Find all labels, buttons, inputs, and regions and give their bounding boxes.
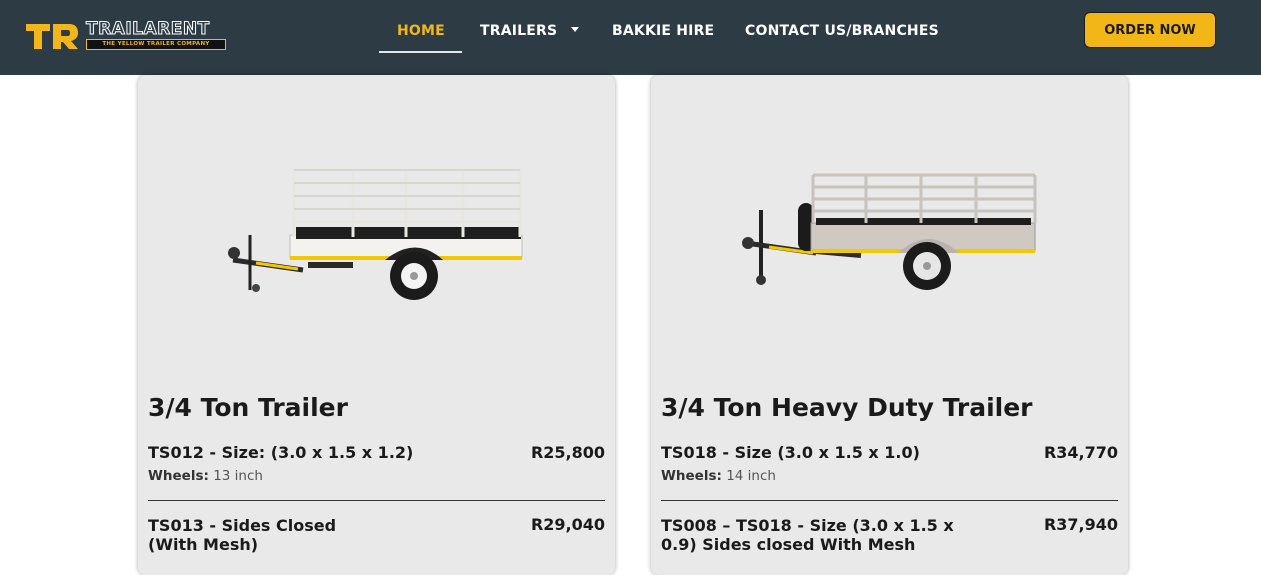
nav-bakkie-hire[interactable]: BAKKIE HIRE — [612, 23, 714, 39]
brand-name: TRAILARENT — [86, 19, 210, 40]
trailer-image — [228, 168, 523, 300]
product-item-name: TS013 - Sides Closed (With Mesh) — [148, 516, 337, 554]
site-logo[interactable]: TRAILARENT THE YELLOW TRAILER COMPANY — [24, 19, 230, 53]
nav-trailers[interactable]: TRAILERS — [480, 23, 580, 39]
product-item-price: R37,940 — [1043, 515, 1118, 534]
site-header: TRAILARENT THE YELLOW TRAILER COMPANY HO… — [0, 0, 1261, 75]
product-item-price: R25,800 — [530, 443, 605, 462]
product-spec: Wheels: 14 inch — [661, 468, 776, 484]
tr-logo-icon — [26, 24, 78, 49]
spec-value: 13 inch — [213, 468, 263, 484]
divider — [148, 500, 605, 501]
product-title: 3/4 Ton Trailer — [148, 393, 348, 422]
product-item-price: R29,040 — [530, 515, 605, 534]
product-item-name: TS012 - Size: (3.0 x 1.5 x 1.2) — [148, 443, 414, 462]
divider — [661, 500, 1118, 501]
product-item-price: R34,770 — [1043, 443, 1118, 462]
product-card: 3/4 Ton Trailer TS012 - Size: (3.0 x 1.5… — [138, 75, 615, 575]
spec-label: Wheels: — [661, 468, 722, 484]
nav-trailers-label: TRAILERS — [480, 23, 558, 39]
product-card: 3/4 Ton Heavy Duty Trailer TS018 - Size … — [651, 75, 1128, 575]
spec-value: 14 inch — [726, 468, 776, 484]
product-item-name: TS018 - Size (3.0 x 1.5 x 1.0) — [661, 443, 920, 462]
order-now-button[interactable]: ORDER NOW — [1084, 12, 1216, 48]
product-title: 3/4 Ton Heavy Duty Trailer — [661, 393, 1033, 422]
chevron-down-icon — [571, 26, 580, 32]
nav-contact-branches[interactable]: CONTACT US/BRANCHES — [745, 23, 939, 39]
brand-tagline: THE YELLOW TRAILER COMPANY — [86, 39, 226, 50]
nav-active-indicator — [379, 51, 462, 53]
nav-home[interactable]: HOME — [397, 23, 445, 39]
product-spec: Wheels: 13 inch — [148, 468, 263, 484]
trailer-image — [742, 173, 1037, 290]
product-item-name: TS008 – TS018 - Size (3.0 x 1.5 x 0.9) S… — [661, 516, 954, 554]
spec-label: Wheels: — [148, 468, 209, 484]
